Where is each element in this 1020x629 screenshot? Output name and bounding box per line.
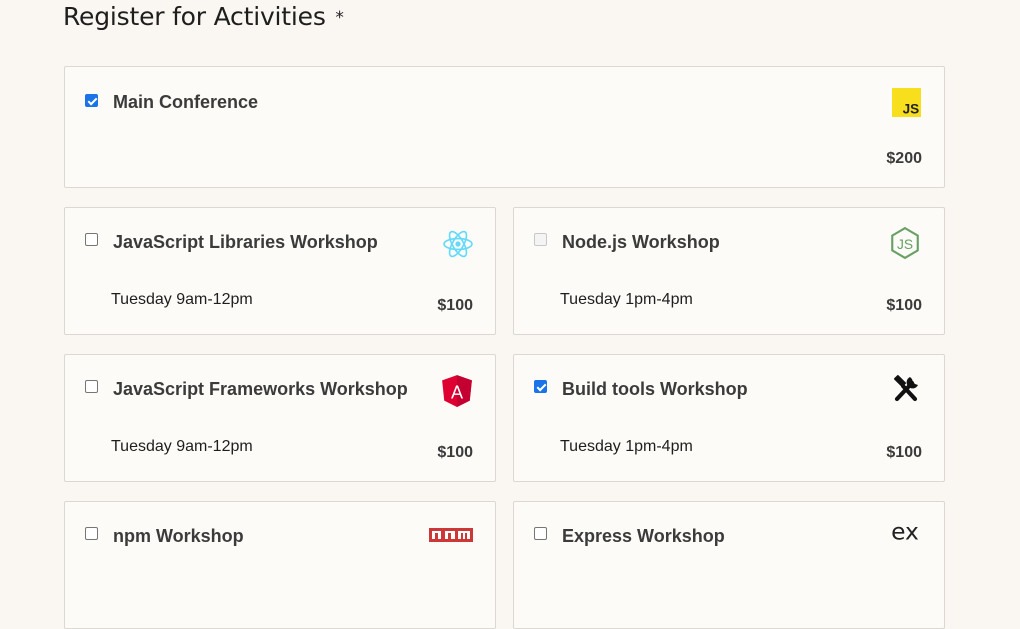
js-frameworks-checkbox[interactable] bbox=[85, 380, 98, 393]
activity-card-express[interactable]: Express Workshop ex bbox=[513, 501, 945, 629]
activity-name: Build tools Workshop bbox=[562, 379, 748, 399]
tools-icon bbox=[894, 375, 918, 402]
npm-checkbox[interactable] bbox=[85, 527, 98, 540]
angular-logo-text: A bbox=[451, 382, 463, 402]
activity-card-main-conference[interactable]: Main Conference JS $200 bbox=[64, 66, 945, 188]
activity-price: $100 bbox=[437, 444, 473, 461]
activity-price: $200 bbox=[886, 150, 922, 167]
activity-name: JavaScript Libraries Workshop bbox=[113, 232, 378, 252]
express-logo-icon: ex bbox=[891, 518, 919, 546]
build-tools-checkbox[interactable] bbox=[534, 380, 547, 393]
main-conference-checkbox[interactable] bbox=[85, 94, 98, 107]
express-checkbox[interactable] bbox=[534, 527, 547, 540]
activity-time: Tuesday 1pm-4pm bbox=[560, 291, 693, 308]
activity-price: $100 bbox=[886, 297, 922, 314]
activity-card-js-libraries[interactable]: JavaScript Libraries Workshop Tuesday 9a… bbox=[64, 207, 496, 335]
angular-logo-icon: A bbox=[442, 375, 472, 407]
activity-name: npm Workshop bbox=[113, 526, 244, 546]
activity-price: $100 bbox=[437, 297, 473, 314]
activity-name: Node.js Workshop bbox=[562, 232, 720, 252]
javascript-logo-icon: JS bbox=[892, 88, 921, 117]
nodejs-logo-text: JS bbox=[897, 236, 913, 252]
js-logo-text: JS bbox=[903, 101, 920, 116]
activity-card-js-frameworks[interactable]: JavaScript Frameworks Workshop A Tuesday… bbox=[64, 354, 496, 482]
activity-time: Tuesday 9am-12pm bbox=[111, 291, 253, 308]
required-asterisk: * bbox=[335, 8, 344, 28]
activity-name: Main Conference bbox=[113, 92, 259, 112]
nodejs-logo-icon: JS bbox=[891, 226, 919, 260]
npm-logo-icon bbox=[429, 528, 473, 542]
js-libraries-checkbox[interactable] bbox=[85, 233, 98, 246]
activity-card-build-tools[interactable]: Build tools Workshop Tuesday 1pm-4pm $10… bbox=[513, 354, 945, 482]
activity-card-nodejs[interactable]: Node.js Workshop JS Tuesday 1pm-4pm $100 bbox=[513, 207, 945, 335]
activity-name: Express Workshop bbox=[562, 526, 725, 546]
activity-name: JavaScript Frameworks Workshop bbox=[113, 379, 408, 399]
nodejs-checkbox[interactable] bbox=[534, 233, 547, 246]
activity-card-npm[interactable]: npm Workshop bbox=[64, 501, 496, 629]
page-title: Register for Activities * bbox=[63, 2, 344, 31]
express-logo-text: ex bbox=[891, 518, 919, 546]
activity-time: Tuesday 9am-12pm bbox=[111, 438, 253, 455]
activity-price: $100 bbox=[886, 444, 922, 461]
page-title-text: Register for Activities bbox=[63, 2, 326, 31]
react-logo-icon bbox=[443, 230, 473, 258]
activity-time: Tuesday 1pm-4pm bbox=[560, 438, 693, 455]
